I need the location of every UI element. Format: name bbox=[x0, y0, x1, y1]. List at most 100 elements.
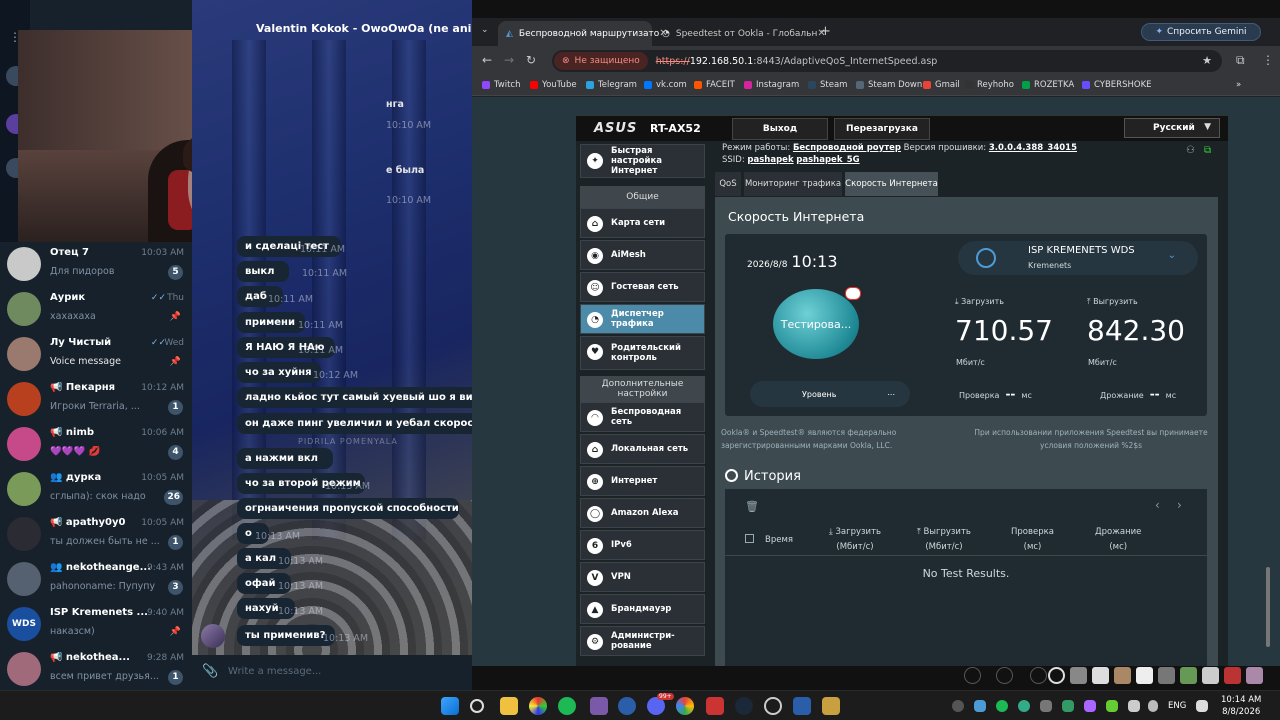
tab-search-icon[interactable]: ⌄ bbox=[481, 25, 489, 35]
bookmark-item[interactable]: Gmail bbox=[923, 80, 960, 90]
bookmark-item[interactable]: Instagram bbox=[744, 80, 799, 90]
extensions-icon[interactable]: ⧉ bbox=[1236, 53, 1245, 68]
message-bubble[interactable]: ты применив? bbox=[237, 625, 335, 646]
attach-icon[interactable]: 📎 bbox=[202, 664, 218, 679]
isp-selector[interactable]: ISP KREMENETS WDS Kremenets ⌄ bbox=[958, 241, 1198, 275]
app-thumb-icon[interactable] bbox=[1158, 667, 1175, 684]
chat-list-item[interactable]: 👥 дурка 10:05 AM сглыпа): скок надо 26 bbox=[0, 467, 192, 512]
windows-start-icon[interactable] bbox=[441, 697, 459, 715]
tray-icon[interactable] bbox=[1084, 700, 1096, 712]
tab-speedtest[interactable]: ◔ Speedtest от Ookla - Глобальн ✕ bbox=[654, 21, 826, 46]
tab-traffic-monitor[interactable]: Мониторинг трафика bbox=[744, 172, 842, 196]
sidebar-item-wifi[interactable]: ◠ Беспроводная сеть bbox=[580, 402, 705, 432]
message-bubble[interactable]: ладно кьйос тут самый хуевый шо я видел bbox=[237, 387, 495, 408]
chat-list-item[interactable]: 👥 nekotheange... 9:43 AM pahononame: Пупуп… bbox=[0, 557, 192, 602]
emoji-icon[interactable] bbox=[964, 667, 981, 684]
test-gauge-button[interactable]: Тестирова... bbox=[773, 289, 859, 359]
users-icon[interactable]: ⚇ bbox=[1186, 145, 1195, 156]
firmware-link[interactable]: 3.0.0.4.388_34015 bbox=[989, 143, 1077, 153]
chat-list-item[interactable]: 📢 nimb 10:06 AM 💜💜💜 💋 4 bbox=[0, 422, 192, 467]
bookmark-star-icon[interactable]: ★ bbox=[1202, 54, 1212, 67]
app-icon[interactable] bbox=[618, 697, 636, 715]
sidebar-item-mesh[interactable]: ◉ AiMesh bbox=[580, 240, 705, 270]
reboot-button[interactable]: Перезагрузка bbox=[834, 118, 930, 140]
sidebar-item-guest[interactable]: ☺ Гостевая сеть bbox=[580, 272, 705, 302]
system-clock[interactable]: 10:14 AM 8/8/2026 bbox=[1221, 694, 1261, 718]
chat-list-item[interactable]: Аурик Thu ✓✓ хахахаха 📌 bbox=[0, 287, 192, 332]
sidebar-item-traffic[interactable]: ◔ Диспетчер трафика bbox=[580, 304, 705, 334]
chat-list-item[interactable]: Лу Чистый Wed ✓✓ Voice message 📌 bbox=[0, 332, 192, 377]
sidebar-item-vpn[interactable]: V VPN bbox=[580, 562, 705, 592]
new-tab-icon[interactable]: + bbox=[820, 24, 831, 39]
tray-icon[interactable] bbox=[1040, 700, 1052, 712]
sidebar-item-ipv6[interactable]: 6 IPv6 bbox=[580, 530, 705, 560]
app-thumb-icon[interactable] bbox=[1180, 667, 1197, 684]
tray-icon[interactable] bbox=[1128, 700, 1140, 712]
back-icon[interactable]: ← bbox=[482, 53, 492, 67]
app-icon[interactable] bbox=[764, 697, 782, 715]
app-icon[interactable] bbox=[529, 697, 547, 715]
tray-icon[interactable] bbox=[1018, 700, 1030, 712]
app-icon[interactable] bbox=[706, 697, 724, 715]
prev-page-icon[interactable]: ‹ bbox=[1155, 498, 1160, 512]
forward-icon[interactable]: → bbox=[504, 53, 514, 67]
message-bubble[interactable]: он даже пинг увеличил и уебал скорость bbox=[237, 413, 485, 434]
language-select[interactable]: Русский ▼ bbox=[1124, 118, 1220, 138]
chat-list-item[interactable]: Отец 7 10:03 AM Для пидоров 5 bbox=[0, 242, 192, 287]
app-thumb-icon[interactable] bbox=[1246, 667, 1263, 684]
sidebar-item-wan[interactable]: ⊕ Интернет bbox=[580, 466, 705, 496]
message-bubble[interactable]: чо за хуйня bbox=[237, 362, 321, 383]
app-thumb-icon[interactable] bbox=[1224, 667, 1241, 684]
tab-internet-speed[interactable]: Скорость Интернета bbox=[845, 172, 938, 196]
chat-list-item[interactable]: 📢 Пекарня 10:12 AM Игроки Terraria, ... 1 bbox=[0, 377, 192, 422]
ssid-5g-link[interactable]: pashapek_5G bbox=[796, 155, 859, 165]
network-status-icon[interactable]: ⧉ bbox=[1204, 145, 1211, 156]
steam-icon[interactable] bbox=[735, 697, 753, 715]
chat-list-item[interactable]: WDS ISP Kremenets ... 9:40 AM наказсм) 📌 bbox=[0, 602, 192, 647]
sidebar-item-map[interactable]: ⌂ Карта сети bbox=[580, 208, 705, 238]
app-thumb-icon[interactable] bbox=[1136, 667, 1153, 684]
next-page-icon[interactable]: › bbox=[1177, 498, 1182, 512]
tab-router[interactable]: ◭ Беспроводной маршрутизато ✕ bbox=[498, 21, 668, 46]
message-bubble[interactable]: примени bbox=[237, 312, 305, 333]
bookmark-item[interactable]: vk.com bbox=[644, 80, 687, 90]
tray-icon[interactable] bbox=[952, 700, 964, 712]
ask-gemini-button[interactable]: ✦ Спросить Gemini bbox=[1141, 23, 1261, 41]
ssid-2g-link[interactable]: pashapek bbox=[747, 155, 793, 165]
sidebar-item-parental[interactable]: ♥ Родительский контроль bbox=[580, 336, 705, 370]
more-bookmarks-icon[interactable]: » bbox=[1236, 80, 1241, 90]
bookmark-item[interactable]: Reyhoho bbox=[965, 80, 1014, 90]
bookmark-item[interactable]: Twitch bbox=[482, 80, 521, 90]
sender-avatar[interactable] bbox=[201, 624, 225, 648]
app-thumb-icon[interactable] bbox=[1202, 667, 1219, 684]
sidebar-item-alexa[interactable]: ◯ Amazon Alexa bbox=[580, 498, 705, 528]
file-explorer-icon[interactable] bbox=[500, 697, 518, 715]
app-icon[interactable] bbox=[822, 697, 840, 715]
microphone-icon[interactable] bbox=[1148, 700, 1158, 712]
mic-icon[interactable] bbox=[996, 667, 1013, 684]
message-bubble[interactable]: огрнаичения пропуской способности bbox=[237, 498, 459, 519]
app-thumb-icon[interactable] bbox=[1114, 667, 1131, 684]
level-bar[interactable]: Уровень... bbox=[750, 381, 910, 407]
trash-icon[interactable]: 🗑 bbox=[745, 500, 759, 513]
tray-icon[interactable] bbox=[996, 700, 1008, 712]
chat-header-title[interactable]: Valentin Kokok - OwoOwOa (ne anime) bbox=[256, 22, 495, 35]
chrome-menu-icon[interactable]: ⋮ bbox=[1262, 53, 1274, 67]
language-indicator[interactable]: ENG bbox=[1168, 701, 1186, 711]
message-bubble[interactable]: а нажми вкл bbox=[237, 448, 333, 469]
page-scrollbar[interactable] bbox=[1266, 567, 1270, 647]
quick-setup-button[interactable]: ✦ Быстрая настройка Интернет bbox=[580, 144, 705, 178]
message-input-bar[interactable]: 📎 Write a message... bbox=[192, 655, 472, 690]
chrome-icon[interactable] bbox=[676, 697, 694, 715]
security-chip[interactable]: ⊗ Не защищено bbox=[554, 52, 648, 70]
bookmark-item[interactable]: ROZETKA bbox=[1022, 80, 1074, 90]
search-icon[interactable] bbox=[470, 699, 484, 713]
app-thumb-icon[interactable] bbox=[1070, 667, 1087, 684]
chat-list-item[interactable]: 📢 nekothea... 9:28 AM всем привет друзья..… bbox=[0, 647, 192, 690]
bookmark-item[interactable]: Steam Down bbox=[856, 80, 922, 90]
sidebar-item-firewall[interactable]: ▲ Брандмауэр bbox=[580, 594, 705, 624]
terminal-icon[interactable] bbox=[793, 697, 811, 715]
logout-button[interactable]: Выход bbox=[732, 118, 828, 140]
nvidia-icon[interactable] bbox=[1106, 700, 1118, 712]
bookmark-item[interactable]: Steam bbox=[808, 80, 847, 90]
